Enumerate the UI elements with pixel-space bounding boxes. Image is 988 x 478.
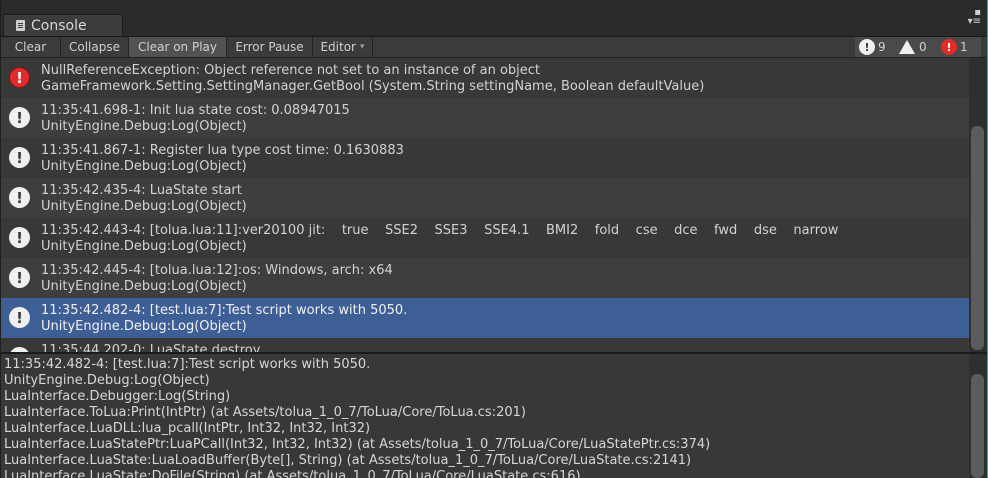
warning-icon bbox=[899, 40, 915, 54]
log-entry-selected[interactable]: ! 11:35:42.482-4: [test.lua:7]:Test scri… bbox=[1, 298, 969, 338]
info-icon: ! bbox=[9, 187, 30, 208]
log-entry-list: ! NullReferenceException: Object referen… bbox=[1, 58, 969, 352]
info-icon: ! bbox=[9, 307, 30, 328]
console-toolbar: Clear Collapse Clear on Play Error Pause… bbox=[1, 37, 987, 58]
log-entry[interactable]: ! NullReferenceException: Object referen… bbox=[1, 58, 969, 98]
stack-trace-scroll-thumb[interactable] bbox=[971, 374, 984, 478]
warning-count: 0 bbox=[919, 40, 927, 54]
log-list-scrollbar[interactable] bbox=[969, 58, 987, 352]
log-entry[interactable]: ! 11:35:44.202-0: LuaState destroy bbox=[1, 338, 969, 352]
console-window: Console ▪ ▾≡ Clear Collapse Clear on Pla… bbox=[0, 0, 988, 478]
log-count: 9 bbox=[878, 40, 886, 54]
tab-console-label: Console bbox=[31, 17, 87, 34]
error-icon: ! bbox=[941, 39, 957, 55]
entry-stack: UnityEngine.Debug:Log(Object) bbox=[41, 319, 247, 334]
error-icon: ! bbox=[9, 67, 30, 88]
log-entry[interactable]: ! 11:35:42.443-4: [tolua.lua:11]:ver2010… bbox=[1, 218, 969, 258]
stack-trace-line[interactable]: LuaInterface.LuaState:DoFile(String) (at… bbox=[4, 469, 581, 478]
entry-stack: UnityEngine.Debug:Log(Object) bbox=[41, 119, 247, 134]
collapse-button[interactable]: Collapse bbox=[61, 37, 129, 57]
console-icon bbox=[16, 20, 25, 31]
clear-on-play-button[interactable]: Clear on Play bbox=[129, 37, 227, 57]
tab-bar: Console ▪ ▾≡ bbox=[1, 0, 987, 37]
info-icon: ! bbox=[859, 39, 875, 55]
stack-trace-line[interactable]: UnityEngine.Debug:Log(Object) bbox=[4, 373, 210, 388]
chevron-down-icon: ▾ bbox=[359, 42, 365, 52]
error-pause-button[interactable]: Error Pause bbox=[227, 37, 313, 57]
info-icon: ! bbox=[9, 107, 30, 128]
info-icon: ! bbox=[9, 227, 30, 248]
log-list-scroll-thumb[interactable] bbox=[971, 126, 984, 350]
stack-trace-line[interactable]: LuaInterface.Debugger:Log(String) bbox=[4, 389, 230, 404]
clear-button[interactable]: Clear bbox=[1, 37, 61, 57]
entry-message: 11:35:42.443-4: [tolua.lua:11]:ver20100 … bbox=[41, 223, 839, 238]
info-icon: ! bbox=[9, 267, 30, 288]
log-filter-group: ! 9 0 ! 1 bbox=[855, 37, 981, 57]
stack-trace-line[interactable]: LuaInterface.LuaState:LuaLoadBuffer(Byte… bbox=[4, 453, 691, 468]
entry-message: 11:35:42.445-4: [tolua.lua:12]:os: Windo… bbox=[41, 263, 393, 278]
editor-dropdown[interactable]: Editor ▾ bbox=[313, 37, 373, 57]
entry-stack: UnityEngine.Debug:Log(Object) bbox=[41, 159, 247, 174]
error-filter-toggle[interactable]: ! 1 bbox=[941, 38, 968, 56]
stack-trace-line[interactable]: LuaInterface.LuaStatePtr:LuaPCall(Int32,… bbox=[4, 437, 710, 452]
entry-stack: UnityEngine.Debug:Log(Object) bbox=[41, 239, 247, 254]
entry-stack: GameFramework.Setting.SettingManager.Get… bbox=[41, 79, 705, 94]
stack-trace-line[interactable]: LuaInterface.LuaDLL:lua_pcall(IntPtr, In… bbox=[4, 421, 370, 436]
log-entry[interactable]: ! 11:35:41.867-1: Register lua type cost… bbox=[1, 138, 969, 178]
warning-filter-toggle[interactable]: 0 bbox=[899, 38, 927, 56]
entry-message: 11:35:41.867-1: Register lua type cost t… bbox=[41, 143, 404, 158]
log-entry[interactable]: ! 11:35:42.435-4: LuaState start UnityEn… bbox=[1, 178, 969, 218]
stack-trace-line[interactable]: 11:35:42.482-4: [test.lua:7]:Test script… bbox=[4, 357, 370, 372]
log-entry[interactable]: ! 11:35:41.698-1: Init lua state cost: 0… bbox=[1, 98, 969, 138]
entry-message: 11:35:42.435-4: LuaState start bbox=[41, 183, 242, 198]
log-filter-toggle[interactable]: ! 9 bbox=[859, 38, 886, 56]
entry-message: 11:35:41.698-1: Init lua state cost: 0.0… bbox=[41, 103, 350, 118]
stack-trace-scrollbar[interactable] bbox=[969, 354, 987, 478]
stack-trace-panel: 11:35:42.482-4: [test.lua:7]:Test script… bbox=[1, 354, 969, 478]
editor-label: Editor bbox=[320, 40, 356, 54]
log-entry[interactable]: ! 11:35:42.445-4: [tolua.lua:12]:os: Win… bbox=[1, 258, 969, 298]
tab-console[interactable]: Console bbox=[3, 14, 123, 36]
info-icon: ! bbox=[9, 147, 30, 168]
window-controls: ▪ ▾≡ bbox=[968, 8, 981, 27]
entry-stack: UnityEngine.Debug:Log(Object) bbox=[41, 199, 247, 214]
error-count: 1 bbox=[960, 40, 968, 54]
entry-message: 11:35:44.202-0: LuaState destroy bbox=[41, 343, 261, 352]
entry-message: NullReferenceException: Object reference… bbox=[41, 63, 541, 78]
entry-stack: UnityEngine.Debug:Log(Object) bbox=[41, 279, 247, 294]
entry-message: 11:35:42.482-4: [test.lua:7]:Test script… bbox=[41, 303, 408, 318]
stack-trace-line[interactable]: LuaInterface.ToLua:Print(IntPtr) (at Ass… bbox=[4, 405, 526, 420]
menu-icon[interactable]: ▾≡ bbox=[968, 17, 981, 27]
